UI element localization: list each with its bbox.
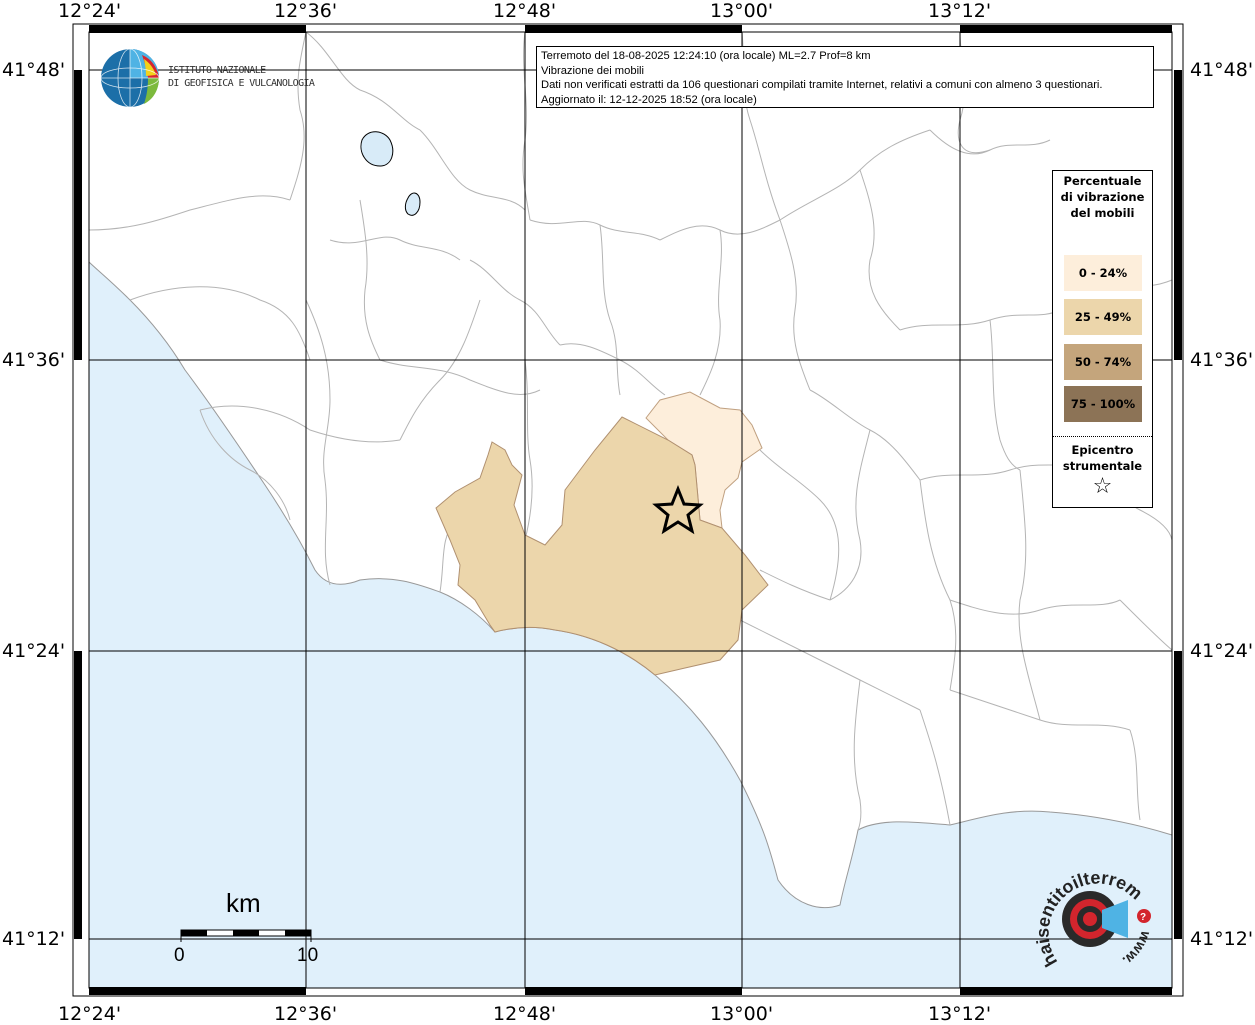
legend-item-25-49: 25 - 49%: [1064, 299, 1142, 335]
epicenter-legend-title: Epicentro strumentale: [1062, 443, 1143, 473]
ingv-name-line1: ISTITUTO NAZIONALE: [168, 65, 266, 76]
lat-label-right-2: 41°36': [1190, 349, 1254, 371]
haisentito-logo: haisentitoilterremoto.it www. ?: [1030, 862, 1155, 970]
event-info-box: Terremoto del 18-08-2025 12:24:10 (ora l…: [536, 46, 1154, 108]
lat-label-left-4: 41°12': [2, 928, 66, 950]
question-icon: ?: [1140, 912, 1146, 923]
scale-end: 10: [297, 945, 319, 966]
lon-label-bottom-2: 12°36': [274, 1003, 338, 1025]
lat-label-right-4: 41°12': [1190, 928, 1254, 950]
lon-label-top-2: 12°36': [274, 0, 338, 22]
lon-label-top-3: 12°48': [493, 0, 557, 22]
star-icon: ☆: [1092, 474, 1113, 499]
data-note: Dati non verificati estratti da 106 ques…: [541, 79, 1103, 92]
legend-separator: [1053, 436, 1152, 437]
lon-label-bottom-1: 12°24': [58, 1003, 122, 1025]
lon-label-top-1: 12°24': [58, 0, 122, 22]
map-subject: Vibrazione dei mobili: [541, 64, 645, 77]
lat-label-left-1: 41°48': [2, 59, 66, 81]
lon-label-top-4: 13°00': [710, 0, 774, 22]
lon-label-bottom-3: 12°48': [493, 1003, 557, 1025]
scale-start: 0: [174, 945, 185, 966]
legend-item-label: 25 - 49%: [1074, 310, 1132, 324]
event-title: Terremoto del 18-08-2025 12:24:10 (ora l…: [541, 50, 871, 62]
legend-item-75-100: 75 - 100%: [1064, 386, 1142, 422]
ingv-name: ISTITUTO NAZIONALE DI GEOFISICA E VULCAN…: [168, 64, 315, 90]
legend-item-0-24: 0 - 24%: [1064, 255, 1142, 291]
lon-label-bottom-5: 13°12': [928, 1003, 992, 1025]
legend: Percentuale di vibrazione del mobili 0 -…: [1052, 170, 1153, 508]
lon-label-bottom-4: 13°00': [710, 1003, 774, 1025]
lat-label-left-2: 41°36': [2, 349, 66, 371]
legend-item-label: 75 - 100%: [1070, 397, 1136, 411]
legend-title: Percentuale di vibrazione del mobili: [1060, 174, 1145, 220]
legend-item-label: 50 - 74%: [1074, 355, 1132, 369]
legend-item-50-74: 50 - 74%: [1064, 344, 1142, 380]
ingv-name-line2: DI GEOFISICA E VULCANOLOGIA: [168, 78, 315, 89]
lon-label-top-5: 13°12': [928, 0, 992, 22]
lat-label-right-3: 41°24': [1190, 640, 1254, 662]
update-time: Aggiornato il: 12-12-2025 18:52 (ora loc…: [541, 93, 757, 106]
legend-item-label: 0 - 24%: [1078, 266, 1128, 280]
lat-label-right-1: 41°48': [1190, 59, 1254, 81]
lat-label-left-3: 41°24': [2, 640, 66, 662]
